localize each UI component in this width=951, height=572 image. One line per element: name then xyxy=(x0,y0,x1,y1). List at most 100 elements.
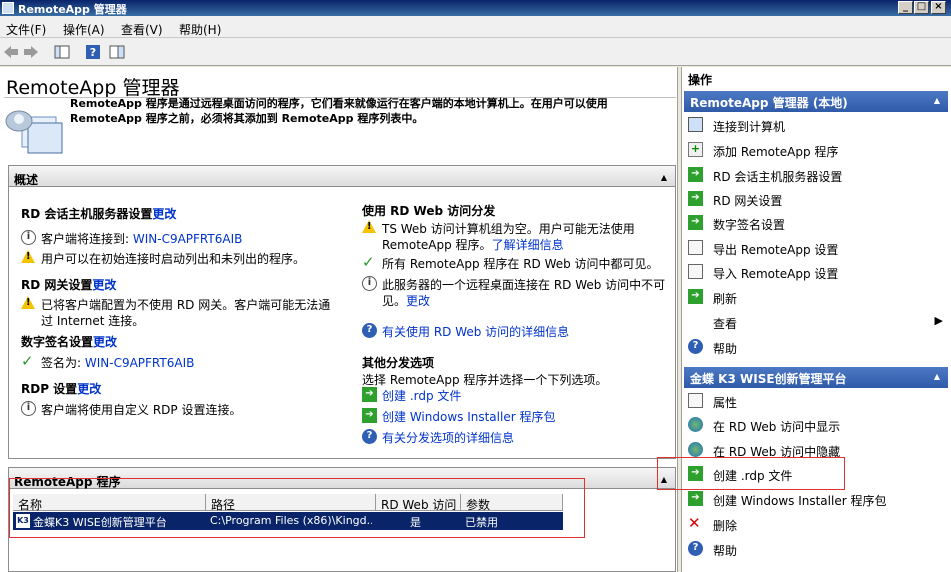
back-icon[interactable] xyxy=(2,43,20,61)
rdp-text: 客户端将使用自定义 RDP 设置连接。 xyxy=(41,403,242,417)
help-icon: ? xyxy=(362,323,377,338)
go-icon: ➔ xyxy=(362,408,377,423)
menu-action[interactable]: 操作(A) xyxy=(63,21,105,38)
rdsh-change-link[interactable]: 更改 xyxy=(152,207,176,221)
action-view[interactable]: 查看 ▶ xyxy=(688,314,943,332)
help-icon: ? xyxy=(688,339,703,354)
create-rdp-link[interactable]: 创建 .rdp 文件 xyxy=(382,387,461,404)
menu-view[interactable]: 查看(V) xyxy=(121,21,163,38)
web-more-link[interactable]: 有关使用 RD Web 访问的详细信息 xyxy=(382,323,569,340)
gateway-text-line2: 过 Internet 连接。 xyxy=(41,314,145,328)
signing-change-link[interactable]: 更改 xyxy=(93,335,117,349)
rdsh-settings-heading: RD 会话主机服务器设置更改 xyxy=(21,205,176,222)
action-view-label: 查看 xyxy=(713,317,738,331)
warning-icon xyxy=(21,250,35,263)
web-desktop-change-link[interactable]: 更改 xyxy=(406,294,430,308)
action-help-program-label: 帮助 xyxy=(713,544,738,558)
action-pane-icon[interactable] xyxy=(108,43,126,61)
info-icon: i xyxy=(21,230,36,245)
overview-header[interactable]: 概述 ▲ xyxy=(8,165,676,187)
actions-group-manager[interactable]: RemoteApp 管理器 (本地) ▲ xyxy=(684,91,948,112)
menu-bar: 文件(F) 操作(A) 查看(V) 帮助(H) xyxy=(0,16,951,38)
svg-text:?: ? xyxy=(90,46,96,59)
web-access-heading: 使用 RD Web 访问分发 xyxy=(362,204,496,218)
help-icon[interactable]: ? xyxy=(84,43,102,61)
remoteapp-icon xyxy=(5,110,63,154)
menu-help[interactable]: 帮助(H) xyxy=(179,21,221,38)
signing-settings-title: 数字签名设置 xyxy=(21,335,94,349)
help-icon: ? xyxy=(688,541,703,556)
web-visible-text: 所有 RemoteApp 程序在 RD Web 访问中都可见。 xyxy=(382,257,659,271)
create-msi-link[interactable]: 创建 Windows Installer 程序包 xyxy=(382,408,555,425)
check-icon: ✓ xyxy=(21,352,34,370)
help-icon: ? xyxy=(362,429,377,444)
action-delete-label: 删除 xyxy=(713,519,738,533)
delete-icon: ✕ xyxy=(688,514,701,532)
page-description: RemoteApp 程序是通过远程桌面访问的程序，它们看来就像运行在客户端的本地… xyxy=(70,97,608,125)
main-content: RemoteApp 管理器 RemoteApp 程序是通过远程桌面访问的程序，它… xyxy=(0,67,678,572)
action-create-msi-label: 创建 Windows Installer 程序包 xyxy=(713,494,887,508)
server-name-link[interactable]: WIN-C9APFRT6AIB xyxy=(133,232,242,246)
action-gateway-label: RD 网关设置 xyxy=(713,194,783,208)
web-empty-line1: TS Web 访问计算机组为空。用户可能无法使用 xyxy=(382,222,635,236)
gateway-settings-title: RD 网关设置 xyxy=(21,278,93,292)
gateway-change-link[interactable]: 更改 xyxy=(92,278,116,292)
actions-title: 操作 xyxy=(688,73,713,87)
overview-title: 概述 xyxy=(14,173,39,187)
rdsh-connect-text: 客户端将连接到: xyxy=(41,232,133,246)
learn-more-link[interactable]: 了解详细信息 xyxy=(492,238,564,252)
submenu-arrow-icon: ▶ xyxy=(934,314,943,327)
action-rdsh-label: RD 会话主机服务器设置 xyxy=(713,170,843,184)
go-icon: ➔ xyxy=(688,491,703,506)
go-icon: ➔ xyxy=(362,387,377,402)
minimize-button[interactable]: _ xyxy=(898,1,913,14)
rdsh-settings-title: RD 会话主机服务器设置 xyxy=(21,207,153,221)
rdp-settings-title: RDP 设置 xyxy=(21,382,78,396)
rdsh-programs-text: 用户可以在初始连接时启动列出和未列出的程序。 xyxy=(41,252,306,266)
properties-icon xyxy=(688,393,703,408)
go-icon: ➔ xyxy=(688,215,703,230)
web-desktop-line2: 见。 xyxy=(382,294,407,308)
app-icon xyxy=(2,2,14,14)
close-button[interactable]: × xyxy=(931,1,946,14)
forward-icon[interactable] xyxy=(22,43,40,61)
web-desktop-line1: 此服务器的一个远程桌面连接在 RD Web 访问中不可 xyxy=(382,278,666,292)
menu-file[interactable]: 文件(F) xyxy=(6,21,46,38)
collapse-icon[interactable]: ▲ xyxy=(934,372,940,381)
warning-icon xyxy=(362,220,376,233)
maximize-button[interactable]: □ xyxy=(914,1,929,14)
export-icon xyxy=(688,240,703,255)
globe-icon xyxy=(688,417,703,432)
signing-settings-heading: 数字签名设置更改 xyxy=(21,333,117,350)
action-connect-label: 连接到计算机 xyxy=(713,120,786,134)
certificate-link[interactable]: WIN-C9APFRT6AIB xyxy=(85,356,194,370)
web-empty-line2: RemoteApp 程序。 xyxy=(382,238,492,252)
actions-group-manager-title: RemoteApp 管理器 (本地) xyxy=(690,96,848,110)
actions-group-program[interactable]: 金蝶 K3 WISE创新管理平台 ▲ xyxy=(684,367,948,388)
go-icon: ➔ xyxy=(688,167,703,182)
add-icon: + xyxy=(688,142,703,157)
import-icon xyxy=(688,264,703,279)
window-title: RemoteApp 管理器 xyxy=(18,3,127,16)
globe-icon xyxy=(688,442,703,457)
info-icon: i xyxy=(21,401,36,416)
check-icon: ✓ xyxy=(362,253,375,271)
action-signing-label: 数字签名设置 xyxy=(713,218,786,232)
action-export-label: 导出 RemoteApp 设置 xyxy=(713,243,839,257)
other-options-desc: 选择 RemoteApp 程序并选择一个下列选项。 xyxy=(362,373,608,387)
action-show-label: 在 RD Web 访问中显示 xyxy=(713,420,841,434)
rdp-change-link[interactable]: 更改 xyxy=(77,382,101,396)
other-options-heading: 其他分发选项 xyxy=(362,356,435,370)
warning-icon xyxy=(21,296,35,309)
highlight-box xyxy=(657,457,845,490)
gateway-settings-heading: RD 网关设置更改 xyxy=(21,276,116,293)
title-bar: RemoteApp 管理器 _ □ × xyxy=(0,0,951,16)
gateway-text-line1: 已将客户端配置为不使用 RD 网关。客户端可能无法通 xyxy=(41,298,331,312)
console-tree-icon[interactable] xyxy=(53,43,71,61)
toolbar: ? xyxy=(0,38,951,66)
action-properties-label: 属性 xyxy=(713,396,738,410)
collapse-icon[interactable]: ▲ xyxy=(934,96,940,105)
distribution-more-link[interactable]: 有关分发选项的详细信息 xyxy=(382,429,514,446)
collapse-icon[interactable]: ▲ xyxy=(661,173,667,182)
rdp-settings-heading: RDP 设置更改 xyxy=(21,380,101,397)
